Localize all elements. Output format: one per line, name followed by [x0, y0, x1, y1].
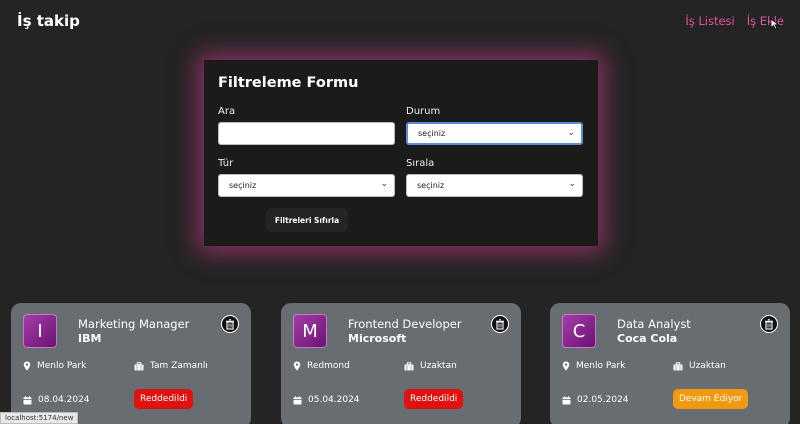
status-field: Durum seçiniz ⌄ [406, 106, 583, 145]
job-location: Redmond [293, 361, 350, 371]
company-avatar: C [562, 314, 596, 348]
job-position: Marketing Manager [78, 317, 190, 331]
status-badge: Reddedildi [404, 389, 464, 409]
calendar-icon [562, 395, 571, 404]
status-select[interactable]: seçiniz ⌄ [406, 122, 583, 145]
job-date-text: 08.04.2024 [38, 395, 90, 405]
job-date: 02.05.2024 [562, 395, 629, 405]
job-position: Data Analyst [617, 317, 691, 331]
browser-status-url: localhost:5174/new [0, 412, 79, 424]
status-select-value: seçiniz [418, 129, 446, 138]
job-type: Uzaktan [404, 361, 457, 371]
job-company: Microsoft [348, 332, 407, 345]
sort-select[interactable]: seçiniz ⌄ [406, 174, 583, 197]
job-location-text: Menlo Park [37, 361, 87, 371]
calendar-icon [293, 395, 302, 404]
job-location: Menlo Park [23, 361, 86, 371]
job-position: Frontend Developer [348, 317, 462, 331]
job-card: C Data Analyst Coca Cola Menlo Park Uzak… [550, 303, 790, 424]
job-date: 08.04.2024 [23, 395, 90, 405]
company-avatar: M [293, 314, 327, 348]
briefcase-icon [134, 361, 144, 370]
job-card: M Frontend Developer Microsoft Redmond U… [281, 303, 521, 424]
chevron-down-icon: ⌄ [380, 179, 388, 189]
job-card: I Marketing Manager IBM Menlo Park Tam Z… [11, 303, 251, 424]
status-badge: Reddedildi [134, 389, 194, 409]
cursor-icon [770, 18, 780, 30]
calendar-icon [23, 395, 32, 404]
location-pin-icon [293, 361, 301, 371]
delete-button[interactable] [221, 315, 239, 333]
job-type: Tam Zamanlı [134, 361, 208, 371]
chevron-down-icon: ⌄ [567, 128, 575, 138]
briefcase-icon [404, 361, 414, 370]
search-label: Ara [218, 106, 236, 117]
job-type-text: Uzaktan [420, 361, 457, 371]
job-date: 05.04.2024 [293, 395, 360, 405]
status-label: Durum [406, 106, 441, 117]
type-select[interactable]: seçiniz ⌄ [218, 174, 395, 197]
search-field: Ara [218, 106, 395, 145]
job-date-text: 05.04.2024 [308, 395, 360, 405]
trash-icon [765, 318, 773, 330]
delete-button[interactable] [491, 315, 509, 333]
job-company: Coca Cola [617, 332, 678, 345]
job-type-text: Uzaktan [689, 361, 726, 371]
status-badge: Devam Ediyor [673, 389, 749, 409]
job-location: Menlo Park [562, 361, 625, 371]
job-date-text: 02.05.2024 [577, 395, 629, 405]
reset-filters-button[interactable]: Filtreleri Sıfırla [266, 208, 348, 232]
briefcase-icon [673, 361, 683, 370]
sort-select-value: seçiniz [417, 181, 445, 190]
filter-form: Filtreleme Formu Ara Durum seçiniz ⌄ Tür… [204, 60, 598, 246]
type-field: Tür seçiniz ⌄ [218, 158, 395, 197]
job-company: IBM [78, 332, 102, 345]
trash-icon [496, 318, 504, 330]
nav-job-list[interactable]: İş Listesi [685, 14, 734, 28]
header: İş takip İş Listesi İş Ekle [0, 0, 800, 44]
trash-icon [226, 318, 234, 330]
location-pin-icon [23, 361, 31, 371]
location-pin-icon [562, 361, 570, 371]
search-input[interactable] [218, 122, 395, 145]
company-avatar: I [23, 314, 57, 348]
brand-logo[interactable]: İş takip [17, 12, 80, 30]
type-label: Tür [218, 158, 234, 169]
job-location-text: Redmond [307, 361, 350, 371]
job-location-text: Menlo Park [576, 361, 626, 371]
job-type-text: Tam Zamanlı [150, 361, 208, 371]
chevron-down-icon: ⌄ [568, 179, 576, 189]
job-type: Uzaktan [673, 361, 726, 371]
type-select-value: seçiniz [229, 181, 257, 190]
filter-form-title: Filtreleme Formu [218, 75, 359, 91]
delete-button[interactable] [760, 315, 778, 333]
sort-label: Sırala [406, 158, 435, 169]
sort-field: Sırala seçiniz ⌄ [406, 158, 583, 197]
